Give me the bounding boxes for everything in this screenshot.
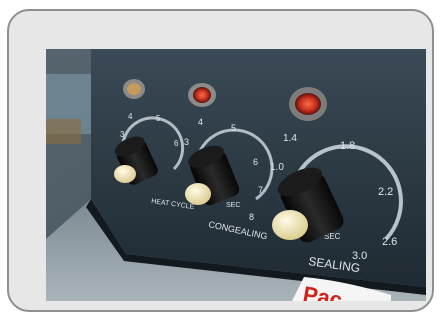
svg-text:1.0: 1.0 xyxy=(270,162,284,173)
svg-text:5: 5 xyxy=(156,114,161,123)
svg-text:6: 6 xyxy=(253,157,258,167)
svg-text:SEC: SEC xyxy=(226,202,240,209)
panel-photo: 4 5 3 6 HEAT CYCLE 4 5 3 6 7 8 SEC CONGE… xyxy=(46,49,426,301)
svg-text:4: 4 xyxy=(128,112,133,121)
svg-text:3: 3 xyxy=(120,130,125,139)
svg-text:1.8: 1.8 xyxy=(340,140,355,152)
svg-text:2.6: 2.6 xyxy=(382,236,397,248)
svg-text:4: 4 xyxy=(198,117,203,127)
svg-text:2.2: 2.2 xyxy=(378,186,393,198)
panel-photo-icon: 4 5 3 6 HEAT CYCLE 4 5 3 6 7 8 SEC CONGE… xyxy=(46,49,426,301)
svg-text:8: 8 xyxy=(249,212,254,222)
svg-text:6: 6 xyxy=(174,139,179,148)
svg-text:7: 7 xyxy=(258,185,263,195)
svg-text:5: 5 xyxy=(231,123,236,133)
svg-text:1.4: 1.4 xyxy=(283,133,297,144)
indicator-lamp-left xyxy=(123,79,145,99)
photo-frame-card: 4 5 3 6 HEAT CYCLE 4 5 3 6 7 8 SEC CONGE… xyxy=(7,9,434,312)
svg-text:3: 3 xyxy=(184,137,189,147)
